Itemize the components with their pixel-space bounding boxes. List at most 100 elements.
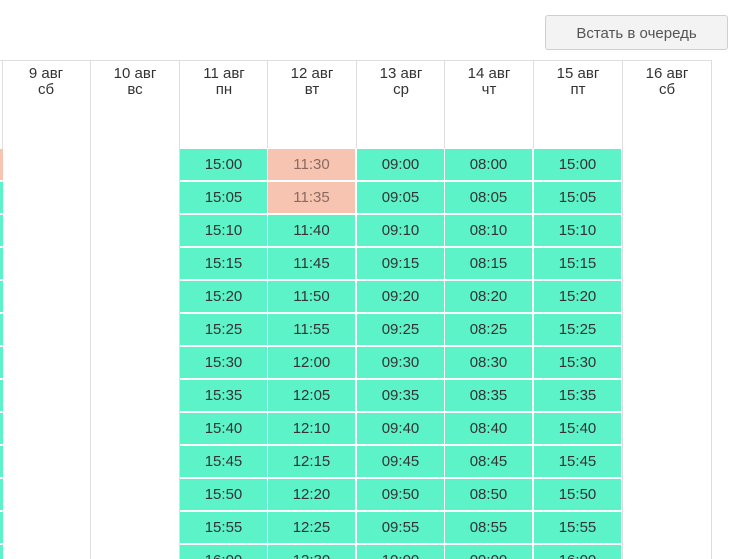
time-slot[interactable]: 08:15 xyxy=(445,248,533,280)
time-slot[interactable]: 15:50 xyxy=(180,479,268,511)
day-header: 15 авг пт xyxy=(534,66,622,98)
time-slot[interactable]: 15:45 xyxy=(534,446,622,478)
time-slot[interactable]: 11:45 xyxy=(268,248,356,280)
previous-day-slot-edge[interactable] xyxy=(0,545,3,559)
time-slot[interactable]: 12:05 xyxy=(268,380,356,412)
time-slot[interactable]: 15:30 xyxy=(180,347,268,379)
time-slot[interactable]: 08:10 xyxy=(445,215,533,247)
time-slot[interactable]: 12:10 xyxy=(268,413,356,445)
time-slot[interactable]: 09:55 xyxy=(357,512,445,544)
time-slot[interactable]: 12:15 xyxy=(268,446,356,478)
time-slot[interactable]: 16:00 xyxy=(534,545,622,559)
time-slot[interactable]: 08:00 xyxy=(445,149,533,181)
time-slot[interactable]: 09:35 xyxy=(357,380,445,412)
day-date: 10 авг xyxy=(113,65,157,82)
time-slot[interactable]: 16:00 xyxy=(180,545,268,559)
time-slot[interactable]: 12:25 xyxy=(268,512,356,544)
day-header: 9 авг сб xyxy=(2,66,90,98)
time-slot[interactable]: 12:20 xyxy=(268,479,356,511)
time-slot[interactable]: 15:25 xyxy=(180,314,268,346)
grid-column-line xyxy=(711,60,712,559)
time-slot[interactable]: 12:30 xyxy=(268,545,356,559)
time-slot[interactable]: 15:15 xyxy=(534,248,622,280)
time-slot[interactable]: 08:30 xyxy=(445,347,533,379)
day-header: 10 авг вс xyxy=(91,66,179,98)
time-slot[interactable]: 09:50 xyxy=(357,479,445,511)
time-slot[interactable]: 08:20 xyxy=(445,281,533,313)
time-slot[interactable]: 11:40 xyxy=(268,215,356,247)
time-slot[interactable]: 08:25 xyxy=(445,314,533,346)
previous-day-slot-edge[interactable] xyxy=(0,380,3,412)
time-slot[interactable]: 15:15 xyxy=(180,248,268,280)
previous-day-slot-edge[interactable] xyxy=(0,149,3,181)
time-slot[interactable]: 15:30 xyxy=(534,347,622,379)
time-slot[interactable]: 15:00 xyxy=(180,149,268,181)
grid-column-line xyxy=(90,60,91,559)
previous-day-slot-edge[interactable] xyxy=(0,479,3,511)
previous-day-slot-edge[interactable] xyxy=(0,314,3,346)
day-weekday: пн xyxy=(215,81,233,98)
time-slot-booked[interactable]: 11:30 xyxy=(268,149,356,181)
time-slot[interactable]: 11:50 xyxy=(268,281,356,313)
time-slot[interactable]: 09:40 xyxy=(357,413,445,445)
time-slot[interactable]: 08:45 xyxy=(445,446,533,478)
previous-day-slot-edge[interactable] xyxy=(0,281,3,313)
previous-day-slot-edge[interactable] xyxy=(0,347,3,379)
time-slot[interactable]: 15:40 xyxy=(534,413,622,445)
time-slot[interactable]: 15:10 xyxy=(534,215,622,247)
day-header: 12 авг вт xyxy=(268,66,356,98)
previous-day-slot-edge[interactable] xyxy=(0,413,3,445)
schedule-grid: 9 авг сб 10 авг вс 11 авг пн 15:00 15:05 15:10 15… xyxy=(0,60,746,559)
time-slot[interactable]: 08:35 xyxy=(445,380,533,412)
time-slot[interactable]: 10:00 xyxy=(357,545,445,559)
day-weekday: пт xyxy=(570,81,586,98)
time-slot[interactable]: 08:05 xyxy=(445,182,533,214)
time-slot[interactable]: 15:45 xyxy=(180,446,268,478)
previous-day-slot-edge[interactable] xyxy=(0,182,3,214)
time-slot[interactable]: 15:35 xyxy=(180,380,268,412)
time-slot[interactable]: 09:45 xyxy=(357,446,445,478)
time-slot[interactable]: 09:20 xyxy=(357,281,445,313)
time-slot[interactable]: 09:00 xyxy=(445,545,533,559)
time-slot[interactable]: 09:25 xyxy=(357,314,445,346)
previous-day-slot-edge[interactable] xyxy=(0,248,3,280)
time-slot[interactable]: 09:30 xyxy=(357,347,445,379)
day-date: 16 авг xyxy=(645,65,689,82)
time-slot[interactable]: 15:05 xyxy=(180,182,268,214)
time-slot[interactable]: 15:20 xyxy=(180,281,268,313)
previous-day-slot-edge[interactable] xyxy=(0,446,3,478)
time-slot[interactable]: 15:05 xyxy=(534,182,622,214)
time-slot[interactable]: 11:55 xyxy=(268,314,356,346)
time-slot[interactable]: 09:10 xyxy=(357,215,445,247)
time-slot[interactable]: 15:20 xyxy=(534,281,622,313)
time-slot[interactable]: 09:05 xyxy=(357,182,445,214)
previous-day-slot-edge[interactable] xyxy=(0,512,3,544)
time-slot[interactable]: 09:00 xyxy=(357,149,445,181)
day-weekday: сб xyxy=(658,81,676,98)
time-slot[interactable]: 15:00 xyxy=(534,149,622,181)
day-date: 9 авг xyxy=(28,65,64,82)
time-slot[interactable]: 15:55 xyxy=(534,512,622,544)
time-slot[interactable]: 12:00 xyxy=(268,347,356,379)
time-slot[interactable]: 15:55 xyxy=(180,512,268,544)
time-slot[interactable]: 08:55 xyxy=(445,512,533,544)
day-weekday: чт xyxy=(481,81,497,98)
time-slot[interactable]: 15:25 xyxy=(534,314,622,346)
day-weekday: вт xyxy=(304,81,320,98)
join-queue-button[interactable]: Встать в очередь xyxy=(545,15,728,50)
day-weekday: сб xyxy=(37,81,55,98)
time-slot[interactable]: 08:50 xyxy=(445,479,533,511)
time-slot[interactable]: 15:10 xyxy=(180,215,268,247)
previous-day-slot-edge[interactable] xyxy=(0,215,3,247)
day-weekday: ср xyxy=(393,81,409,98)
day-header: 16 авг сб xyxy=(623,66,711,98)
time-slot[interactable]: 09:15 xyxy=(357,248,445,280)
day-weekday: вс xyxy=(127,81,143,98)
time-slot[interactable]: 15:40 xyxy=(180,413,268,445)
time-slot[interactable]: 15:50 xyxy=(534,479,622,511)
time-slot-booked[interactable]: 11:35 xyxy=(268,182,356,214)
day-header: 11 авг пн xyxy=(180,66,268,98)
day-date: 11 авг xyxy=(203,65,245,82)
time-slot[interactable]: 15:35 xyxy=(534,380,622,412)
time-slot[interactable]: 08:40 xyxy=(445,413,533,445)
